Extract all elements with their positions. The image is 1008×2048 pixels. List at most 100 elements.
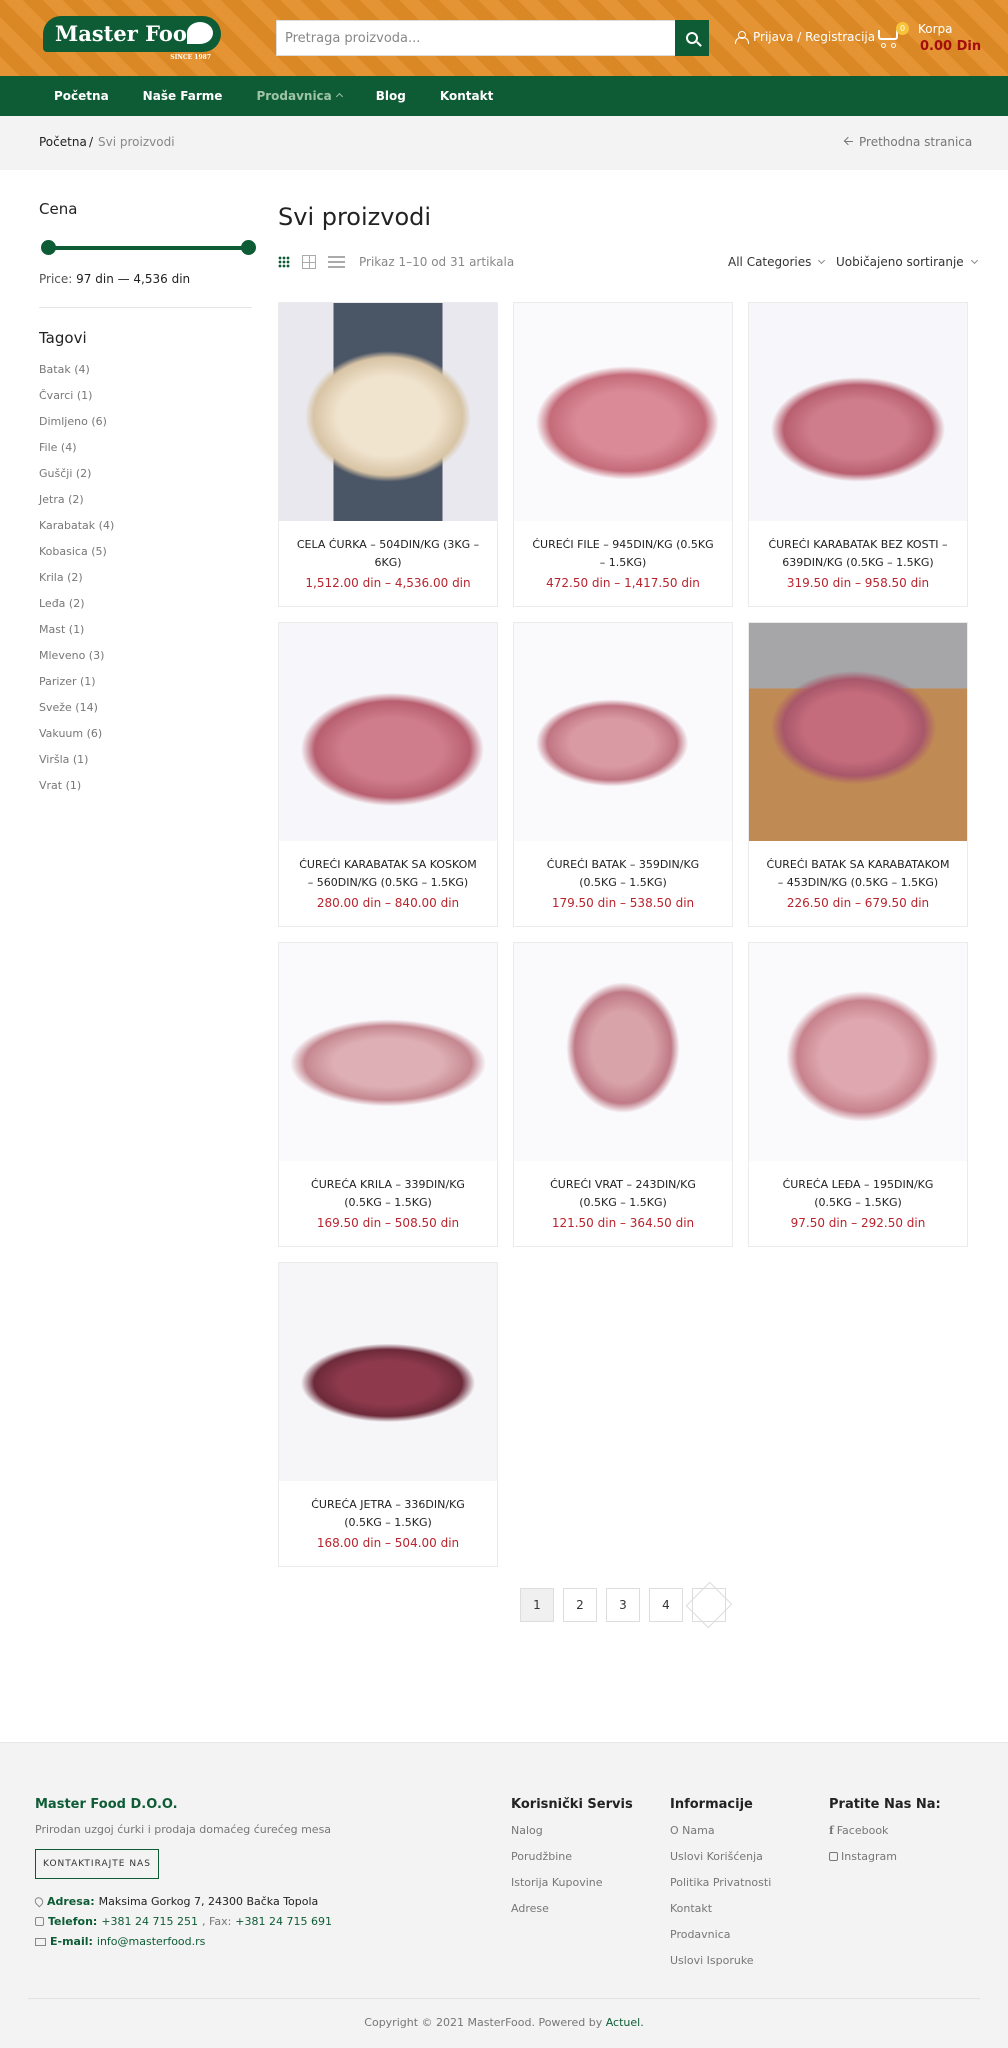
tag-item[interactable]: Krila (2) bbox=[39, 571, 114, 597]
product-card[interactable]: ĆUREĆI KARABATAK BEZ KOSTI – 639DIN/KG (… bbox=[748, 302, 968, 607]
product-card[interactable]: ĆUREĆI FILE – 945DIN/KG (0.5KG – 1.5KG) 4… bbox=[513, 302, 733, 607]
product-image[interactable] bbox=[749, 303, 967, 521]
product-image[interactable] bbox=[279, 623, 497, 841]
nav-item-blog[interactable]: Blog bbox=[376, 89, 406, 103]
tag-item[interactable]: Karabatak (4) bbox=[39, 519, 114, 545]
tag-item[interactable]: Batak (4) bbox=[39, 363, 114, 389]
product-name[interactable]: ĆUREĆA KRILA – 339DIN/KG (0.5KG – 1.5KG) bbox=[279, 1176, 497, 1212]
footer-link[interactable]: Nalog bbox=[511, 1824, 603, 1850]
grid-3-icon[interactable] bbox=[278, 256, 290, 268]
footer-link[interactable]: Kontakt bbox=[670, 1902, 771, 1928]
address-label: Adresa: bbox=[47, 1895, 95, 1908]
product-name[interactable]: ĆUREĆI KARABATAK SA KOSKOM – 560DIN/KG (… bbox=[279, 856, 497, 892]
next-page-button[interactable] bbox=[685, 1581, 733, 1629]
logo[interactable]: Master Food SINCE 1987 bbox=[43, 16, 221, 61]
product-image[interactable] bbox=[514, 303, 732, 521]
tag-item[interactable]: Čvarci (1) bbox=[39, 389, 114, 415]
login-link[interactable]: Prijava / Registracija bbox=[735, 30, 875, 44]
product-name[interactable]: ĆUREĆA JETRA – 336DIN/KG (0.5KG – 1.5KG) bbox=[279, 1496, 497, 1532]
product-name[interactable]: ĆUREĆI FILE – 945DIN/KG (0.5KG – 1.5KG) bbox=[514, 536, 732, 572]
product-card[interactable]: CELA ĆURKA – 504DIN/KG (3KG – 6KG) 1,512.… bbox=[278, 302, 498, 607]
arrow-left-icon bbox=[845, 141, 853, 142]
page-button[interactable]: 4 bbox=[649, 1588, 683, 1622]
price-slider-track[interactable] bbox=[47, 246, 249, 250]
footer-link[interactable]: Adrese bbox=[511, 1902, 603, 1928]
email-value[interactable]: info@masterfood.rs bbox=[97, 1935, 206, 1948]
product-image[interactable] bbox=[749, 943, 967, 1161]
breadcrumb-home[interactable]: Početna bbox=[39, 135, 87, 149]
product-name[interactable]: ĆUREĆI VRAT – 243DIN/KG (0.5KG – 1.5KG) bbox=[514, 1176, 732, 1212]
cart-label[interactable]: Korpa bbox=[918, 22, 953, 36]
product-name[interactable]: ĆUREĆI KARABATAK BEZ KOSTI – 639DIN/KG (… bbox=[749, 536, 967, 572]
tag-item[interactable]: Sveže (14) bbox=[39, 701, 114, 727]
footer-link[interactable]: Uslovi Isporuke bbox=[670, 1954, 771, 1980]
instagram-link[interactable]: Instagram bbox=[829, 1850, 897, 1876]
product-name[interactable]: ĆUREĆI BATAK SA KARABATAKOM – 453DIN/KG … bbox=[749, 856, 967, 892]
tag-item[interactable]: Kobasica (5) bbox=[39, 545, 114, 571]
tag-item[interactable]: Vakuum (6) bbox=[39, 727, 114, 753]
nav-item-home[interactable]: Početna bbox=[54, 89, 109, 103]
product-card[interactable]: ĆUREĆI KARABATAK SA KOSKOM – 560DIN/KG (… bbox=[278, 622, 498, 927]
price-range-value: 97 din — 4,536 din bbox=[76, 272, 191, 286]
product-card[interactable]: ĆUREĆA JETRA – 336DIN/KG (0.5KG – 1.5KG)… bbox=[278, 1262, 498, 1567]
footer-link[interactable]: O Nama bbox=[670, 1824, 771, 1850]
tag-item[interactable]: Jetra (2) bbox=[39, 493, 114, 519]
back-link[interactable]: Prethodna stranica bbox=[845, 135, 972, 149]
tag-item[interactable]: Guščji (2) bbox=[39, 467, 114, 493]
footer-social-list: f Facebook Instagram bbox=[829, 1824, 897, 1876]
product-name[interactable]: CELA ĆURKA – 504DIN/KG (3KG – 6KG) bbox=[279, 536, 497, 572]
product-name[interactable]: ĆUREĆA LEĐA – 195DIN/KG (0.5KG – 1.5KG) bbox=[749, 1176, 967, 1212]
copyright: Copyright © 2021 MasterFood. Powered by … bbox=[0, 2016, 1008, 2029]
footer-link[interactable]: Porudžbine bbox=[511, 1850, 603, 1876]
price-slider-min-handle[interactable] bbox=[41, 240, 56, 255]
footer-link[interactable]: Istorija Kupovine bbox=[511, 1876, 603, 1902]
product-card[interactable]: ĆUREĆA KRILA – 339DIN/KG (0.5KG – 1.5KG)… bbox=[278, 942, 498, 1247]
product-card[interactable]: ĆUREĆA LEĐA – 195DIN/KG (0.5KG – 1.5KG) 9… bbox=[748, 942, 968, 1247]
contact-button[interactable]: KONTAKTIRAJTE NAS bbox=[35, 1849, 159, 1879]
product-name[interactable]: ĆUREĆI BATAK – 359DIN/KG (0.5KG – 1.5KG) bbox=[514, 856, 732, 892]
footer-link[interactable]: Politika Privatnosti bbox=[670, 1876, 771, 1902]
powered-by-link[interactable]: Actuel. bbox=[606, 2016, 644, 2029]
facebook-link[interactable]: f Facebook bbox=[829, 1824, 897, 1850]
cart-basket bbox=[878, 30, 898, 40]
product-card[interactable]: ĆUREĆI BATAK – 359DIN/KG (0.5KG – 1.5KG)… bbox=[513, 622, 733, 927]
product-image[interactable] bbox=[749, 623, 967, 841]
nav-item-contact[interactable]: Kontakt bbox=[440, 89, 493, 103]
tag-item[interactable]: Mleveno (3) bbox=[39, 649, 114, 675]
phone-value[interactable]: +381 24 715 251 bbox=[101, 1915, 198, 1928]
tag-item[interactable]: Dimljeno (6) bbox=[39, 415, 114, 441]
price-slider-max-handle[interactable] bbox=[241, 240, 256, 255]
tag-item[interactable]: Viršla (1) bbox=[39, 753, 114, 779]
product-price: 472.50 din – 1,417.50 din bbox=[546, 576, 700, 590]
list-view-icon[interactable] bbox=[328, 256, 345, 268]
tag-item[interactable]: Leđa (2) bbox=[39, 597, 114, 623]
footer-link[interactable]: Uslovi Korišćenja bbox=[670, 1850, 771, 1876]
product-image[interactable] bbox=[514, 943, 732, 1161]
search-input[interactable]: Pretraga proizvoda... bbox=[276, 20, 676, 56]
tag-item[interactable]: Vrat (1) bbox=[39, 779, 114, 805]
tag-item[interactable]: File (4) bbox=[39, 441, 114, 467]
page-button[interactable]: 3 bbox=[606, 1588, 640, 1622]
footer-email: E-mail: info@masterfood.rs bbox=[35, 1935, 205, 1948]
sort-select[interactable]: Uobičajeno sortiranje bbox=[836, 255, 978, 269]
cart-icon[interactable]: 0 bbox=[876, 22, 909, 48]
nav-item-shop[interactable]: Prodavnica bbox=[256, 89, 343, 103]
footer-link[interactable]: Prodavnica bbox=[670, 1928, 771, 1954]
product-image[interactable] bbox=[279, 943, 497, 1161]
category-select[interactable]: All Categories bbox=[728, 255, 826, 269]
cart-total[interactable]: 0.00 Din bbox=[920, 39, 981, 54]
tag-item[interactable]: Parizer (1) bbox=[39, 675, 114, 701]
product-card[interactable]: ĆUREĆI BATAK SA KARABATAKOM – 453DIN/KG … bbox=[748, 622, 968, 927]
search-button[interactable] bbox=[675, 20, 709, 56]
product-image[interactable] bbox=[279, 303, 497, 521]
tag-item[interactable]: Mast (1) bbox=[39, 623, 114, 649]
nav-item-farms[interactable]: Naše Farme bbox=[143, 89, 223, 103]
fax-value[interactable]: +381 24 715 691 bbox=[235, 1915, 332, 1928]
grid-2-icon[interactable] bbox=[302, 255, 316, 269]
page-button[interactable]: 2 bbox=[563, 1588, 597, 1622]
page-button[interactable]: 1 bbox=[520, 1588, 554, 1622]
logo-text: Master Food bbox=[55, 21, 202, 46]
product-image[interactable] bbox=[279, 1263, 497, 1481]
product-image[interactable] bbox=[514, 623, 732, 841]
product-card[interactable]: ĆUREĆI VRAT – 243DIN/KG (0.5KG – 1.5KG) 1… bbox=[513, 942, 733, 1247]
